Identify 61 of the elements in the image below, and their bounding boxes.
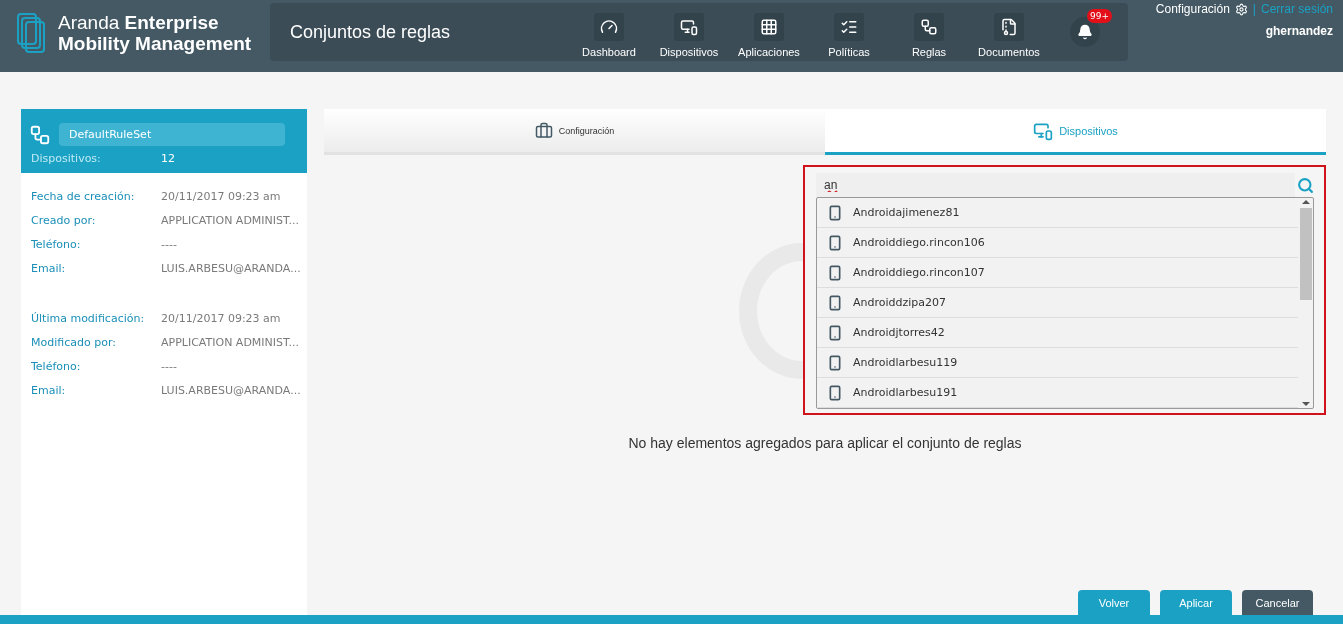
field-label: Teléfono:	[31, 238, 82, 251]
nav-button[interactable]: Dashboard	[570, 6, 648, 58]
field-label: Modificado por:	[31, 336, 117, 349]
scroll-down-icon[interactable]	[1301, 400, 1310, 408]
username: ghernandez	[1265, 24, 1333, 38]
phone-icon	[827, 384, 843, 401]
phone-icon	[827, 294, 843, 311]
policies-icon	[834, 12, 864, 41]
field-label: Fecha de creación:	[31, 190, 136, 203]
devices-icon	[674, 12, 704, 41]
nav-button[interactable]: Dispositivos	[650, 6, 728, 58]
result-item[interactable]: Androidlarbesu191	[817, 378, 1298, 408]
field-value: APPLICATION ADMINIST...	[161, 336, 299, 349]
documents-icon	[994, 12, 1024, 41]
search-icon[interactable]	[1297, 176, 1314, 194]
nav-button[interactable]: Documentos	[970, 6, 1048, 58]
field-label: Creado por:	[31, 214, 97, 227]
cancel-button[interactable]: Cancelar	[1242, 590, 1313, 615]
dashboard-icon	[594, 12, 624, 41]
apps-icon	[754, 12, 784, 41]
rules-icon	[914, 12, 944, 41]
phone-icon	[827, 264, 843, 281]
devices-count: 12	[161, 152, 175, 165]
result-item[interactable]: Androidjtorres42	[817, 318, 1298, 348]
rules-icon	[29, 123, 51, 146]
phone-icon	[827, 204, 843, 221]
notification-badge: 99+	[1087, 9, 1112, 23]
ruleset-name: DefaultRuleSet	[59, 123, 285, 146]
field-label: Teléfono:	[31, 360, 82, 373]
result-item[interactable]: Androiddiego.rincon107	[817, 258, 1298, 288]
field-label: Email:	[31, 262, 67, 275]
field-value: 20/11/2017 09:23 am	[161, 312, 281, 325]
devices-label: Dispositivos:	[31, 152, 102, 165]
nav-button[interactable]: Aplicaciones	[730, 6, 808, 58]
search-field[interactable]: an	[816, 173, 1295, 197]
result-item[interactable]: Androidlarbesu119	[817, 348, 1298, 378]
result-item[interactable]: Androidajimenez81	[817, 198, 1298, 228]
link-separator: |	[1252, 2, 1256, 16]
field-label: Última modificación:	[31, 312, 146, 325]
phone-icon	[827, 324, 843, 341]
phone-icon	[827, 234, 843, 251]
field-value: ----	[161, 238, 177, 251]
field-value: APPLICATION ADMINIST...	[161, 214, 299, 227]
page-title: Conjuntos de reglas	[289, 21, 452, 43]
field-value: 20/11/2017 09:23 am	[161, 190, 281, 203]
field-value: ----	[161, 360, 177, 373]
gear-icon[interactable]	[1234, 2, 1248, 16]
result-item[interactable]: Androiddzipa207	[817, 288, 1298, 318]
nav-button[interactable]: Políticas	[810, 6, 888, 58]
nav-button[interactable]: Reglas	[890, 6, 968, 58]
scrollbar[interactable]	[1298, 198, 1313, 408]
result-item[interactable]: Androiddiego.rincon106	[817, 228, 1298, 258]
phone-icon	[827, 354, 843, 371]
bell-icon[interactable]	[1070, 17, 1100, 47]
logo-icon	[16, 12, 46, 54]
brand-name: Aranda Enterprise Mobility Management	[58, 12, 252, 54]
configuration-link[interactable]: Configuración	[1155, 2, 1230, 16]
briefcase-icon	[534, 121, 553, 140]
field-label: Email:	[31, 384, 67, 397]
scroll-up-icon[interactable]	[1301, 198, 1310, 206]
empty-message: No hay elementos agregados para aplicar el conjunto de reglas	[628, 435, 1022, 451]
